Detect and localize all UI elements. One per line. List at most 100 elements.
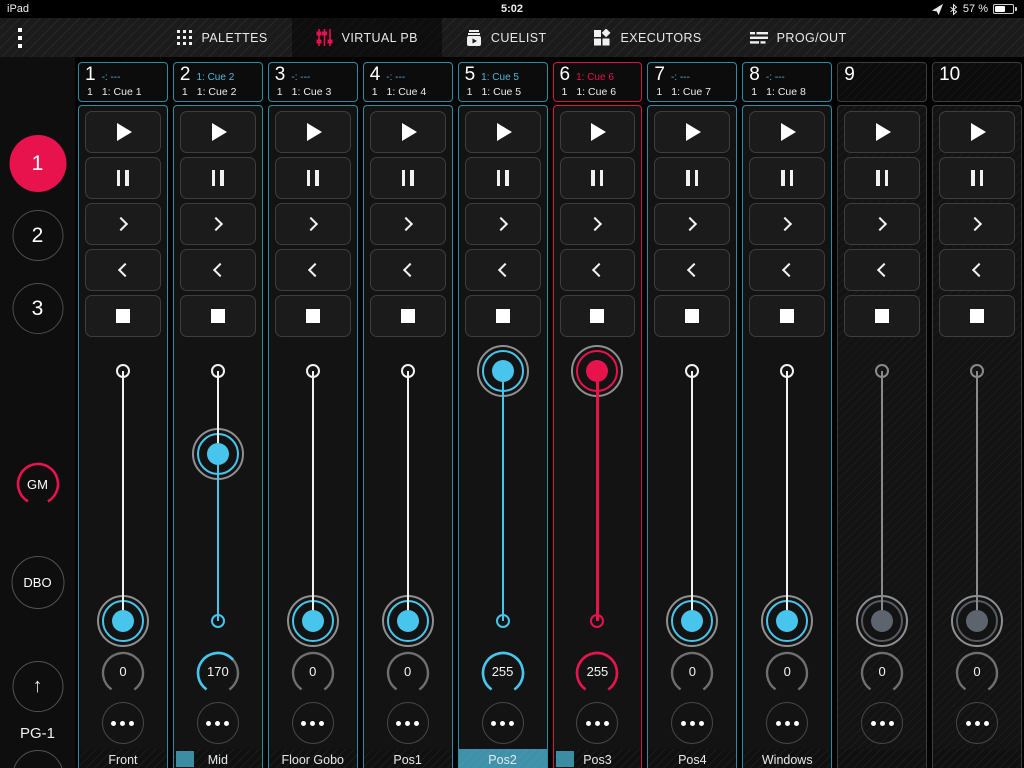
- next-cue-button[interactable]: [85, 203, 161, 245]
- playback-label-strip[interactable]: [933, 749, 1021, 768]
- pause-button[interactable]: [275, 157, 351, 199]
- tab-virtual-pb[interactable]: VIRTUAL PB: [292, 18, 442, 57]
- prev-cue-button[interactable]: [465, 249, 541, 291]
- playback-number: 5: [465, 64, 476, 86]
- page-down-button[interactable]: ↓: [12, 750, 63, 768]
- stop-button[interactable]: [560, 295, 636, 337]
- pause-button[interactable]: [654, 157, 730, 199]
- play-button[interactable]: [939, 111, 1015, 153]
- stop-button[interactable]: [370, 295, 446, 337]
- tab-executors[interactable]: EXECUTORS: [570, 18, 725, 57]
- playback-label-strip[interactable]: Windows: [743, 749, 831, 768]
- options-button[interactable]: [671, 702, 713, 744]
- playback-label-strip[interactable]: Pos4: [648, 749, 736, 768]
- playback-header[interactable]: 6 1: Cue 6 1 1: Cue 6: [553, 62, 643, 102]
- playback-header[interactable]: 10: [932, 62, 1022, 102]
- next-cue-button[interactable]: [749, 203, 825, 245]
- pause-button[interactable]: [844, 157, 920, 199]
- playback-header[interactable]: 4 -: --- 1 1: Cue 4: [363, 62, 453, 102]
- next-cue-button[interactable]: [275, 203, 351, 245]
- options-button[interactable]: [956, 702, 998, 744]
- stop-button[interactable]: [85, 295, 161, 337]
- play-button[interactable]: [749, 111, 825, 153]
- prev-cue-button[interactable]: [844, 249, 920, 291]
- page-button-3[interactable]: 3: [12, 283, 63, 334]
- prev-cue-button[interactable]: [180, 249, 256, 291]
- stop-icon: [685, 309, 699, 323]
- play-button[interactable]: [180, 111, 256, 153]
- stop-button[interactable]: [654, 295, 730, 337]
- ellipsis-icon: [681, 721, 686, 726]
- options-button[interactable]: [482, 702, 524, 744]
- playback-label-strip[interactable]: Mid: [174, 749, 262, 768]
- tab-prog-out[interactable]: PROG/OUT: [726, 18, 871, 57]
- stop-button[interactable]: [275, 295, 351, 337]
- page-button-2[interactable]: 2: [12, 210, 63, 261]
- playback-header[interactable]: 5 1: Cue 5 1 1: Cue 5: [458, 62, 548, 102]
- playback-header[interactable]: 7 -: --- 1 1: Cue 7: [647, 62, 737, 102]
- pause-button[interactable]: [560, 157, 636, 199]
- prev-cue-button[interactable]: [749, 249, 825, 291]
- stop-button[interactable]: [939, 295, 1015, 337]
- options-button[interactable]: [387, 702, 429, 744]
- stop-button[interactable]: [465, 295, 541, 337]
- prev-cue-button[interactable]: [370, 249, 446, 291]
- pause-button[interactable]: [180, 157, 256, 199]
- play-button[interactable]: [85, 111, 161, 153]
- pause-button[interactable]: [465, 157, 541, 199]
- playback-header[interactable]: 2 1: Cue 2 1 1: Cue 2: [173, 62, 263, 102]
- playback-label-strip[interactable]: Pos2: [459, 749, 547, 768]
- playback-label-strip[interactable]: Pos1: [364, 749, 452, 768]
- grandmaster-knob[interactable]: GM: [15, 461, 61, 507]
- tab-palettes[interactable]: PALETTES: [153, 18, 291, 57]
- next-cue-button[interactable]: [560, 203, 636, 245]
- pause-button[interactable]: [85, 157, 161, 199]
- arrow-up-icon: ↑: [33, 675, 43, 698]
- pause-button[interactable]: [370, 157, 446, 199]
- pause-button[interactable]: [939, 157, 1015, 199]
- options-button[interactable]: [102, 702, 144, 744]
- options-button[interactable]: [766, 702, 808, 744]
- playback-header[interactable]: 3 -: --- 1 1: Cue 3: [268, 62, 358, 102]
- play-button[interactable]: [465, 111, 541, 153]
- prev-cue-button[interactable]: [275, 249, 351, 291]
- options-button[interactable]: [292, 702, 334, 744]
- options-button[interactable]: [197, 702, 239, 744]
- pause-button[interactable]: [749, 157, 825, 199]
- options-button[interactable]: [861, 702, 903, 744]
- sequence-number: 1: [277, 86, 283, 98]
- playback-label-strip[interactable]: Front: [79, 749, 167, 768]
- tab-cuelist[interactable]: CUELIST: [442, 18, 571, 57]
- prev-cue-button[interactable]: [654, 249, 730, 291]
- tab-palettes-label: PALETTES: [201, 31, 267, 45]
- play-button[interactable]: [275, 111, 351, 153]
- faders-icon: [316, 29, 333, 46]
- stop-button[interactable]: [844, 295, 920, 337]
- next-cue-button[interactable]: [465, 203, 541, 245]
- play-icon: [876, 123, 891, 141]
- options-button[interactable]: [576, 702, 618, 744]
- stop-button[interactable]: [180, 295, 256, 337]
- page-up-button[interactable]: ↑: [12, 661, 63, 712]
- prev-cue-button[interactable]: [85, 249, 161, 291]
- playback-label-strip[interactable]: [838, 749, 926, 768]
- playback-header[interactable]: 8 -: --- 1 1: Cue 8: [742, 62, 832, 102]
- next-cue-button[interactable]: [654, 203, 730, 245]
- play-button[interactable]: [560, 111, 636, 153]
- prev-cue-button[interactable]: [560, 249, 636, 291]
- stop-button[interactable]: [749, 295, 825, 337]
- next-cue-button[interactable]: [844, 203, 920, 245]
- next-cue-button[interactable]: [370, 203, 446, 245]
- playback-header[interactable]: 1 -: --- 1 1: Cue 1: [78, 62, 168, 102]
- play-button[interactable]: [654, 111, 730, 153]
- next-cue-button[interactable]: [939, 203, 1015, 245]
- prev-cue-button[interactable]: [939, 249, 1015, 291]
- play-button[interactable]: [370, 111, 446, 153]
- playback-label-strip[interactable]: Pos3: [554, 749, 642, 768]
- page-button-1[interactable]: 1: [9, 135, 66, 192]
- next-cue-button[interactable]: [180, 203, 256, 245]
- play-button[interactable]: [844, 111, 920, 153]
- dbo-button[interactable]: DBO: [11, 556, 64, 609]
- playback-header[interactable]: 9: [837, 62, 927, 102]
- playback-label-strip[interactable]: Floor Gobo: [269, 749, 357, 768]
